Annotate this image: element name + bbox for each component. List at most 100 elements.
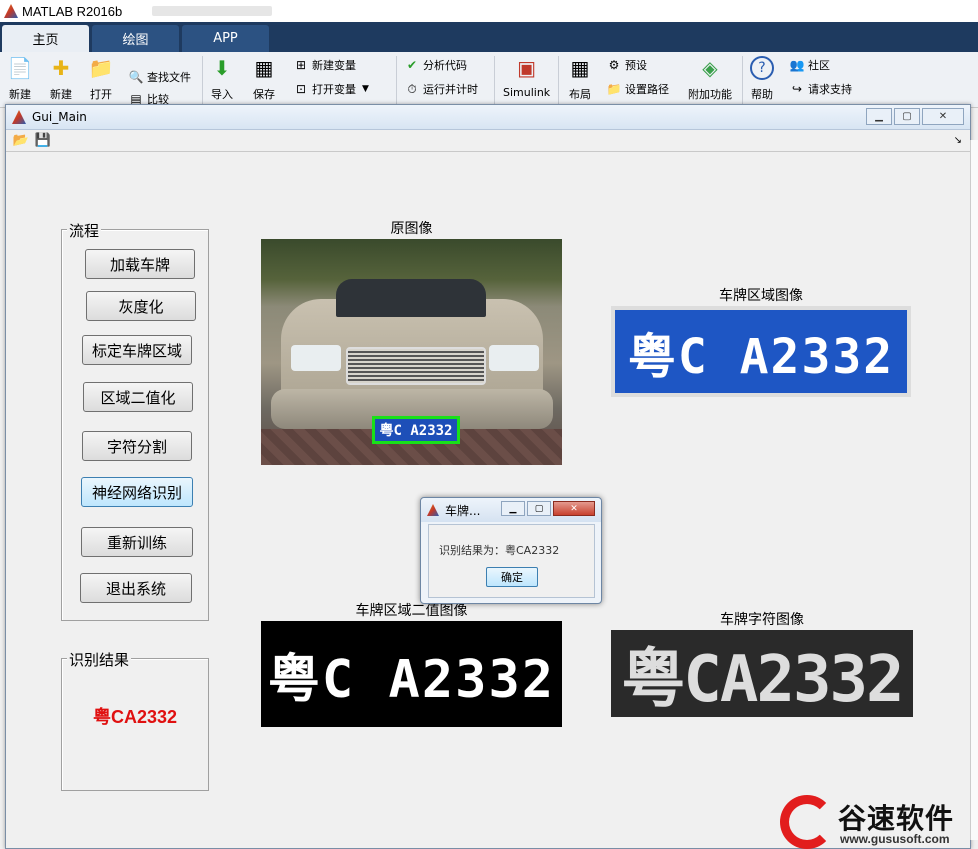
detected-plate-box: 粤C A2332	[372, 416, 460, 444]
binary-plate-image: 粤C A2332	[261, 621, 562, 727]
original-car-image: 粤C A2332	[261, 239, 562, 465]
char-segment-image: 粤CA2332	[611, 630, 913, 717]
dialog-minimize-button[interactable]: ▁	[501, 501, 525, 516]
ribbon-separator	[494, 56, 495, 104]
maximize-icon: ▢	[534, 503, 544, 514]
recognition-result-text: 粤CA2332	[92, 707, 178, 727]
retrain-button[interactable]: 重新训练	[81, 527, 193, 557]
ok-button[interactable]: 确定	[486, 567, 538, 587]
car-headlight-right	[489, 345, 539, 371]
tab-plots[interactable]: 绘图	[92, 25, 179, 52]
load-plate-button[interactable]: 加载车牌	[85, 249, 195, 279]
result-panel-title: 识别结果	[67, 649, 132, 670]
watermark: 谷速软件 www.gususoft.com	[780, 795, 978, 849]
ribbon-separator	[396, 56, 397, 104]
plus-icon: ✚	[52, 56, 70, 80]
gui-title-bar: Gui_Main ▁ ▢ ✕	[6, 105, 970, 130]
flow-panel-title: 流程	[67, 220, 102, 241]
plate-region-image: 粤C A2332	[611, 306, 911, 397]
set-path-icon: 📁	[606, 82, 622, 96]
ribbon-tabs: 主页 绘图 APP	[0, 22, 978, 52]
close-button[interactable]: ✕	[922, 108, 964, 125]
app-title: MATLAB R2016b	[22, 3, 123, 19]
locate-plate-region-button[interactable]: 标定车牌区域	[82, 335, 192, 365]
exit-system-button[interactable]: 退出系统	[80, 573, 192, 603]
new-variable-button[interactable]: ⊞ 新建变量	[293, 56, 356, 74]
set-path-button[interactable]: 📁 设置路径	[606, 80, 669, 98]
folder-icon: 📁	[88, 56, 114, 80]
dialog-title-bar: 车牌... ▁ ▢ ✕	[421, 498, 601, 522]
dialog-close-button[interactable]: ✕	[553, 501, 595, 516]
run-and-time-button[interactable]: ⏱ 运行并计时	[404, 80, 478, 98]
layout-button[interactable]: ▦ 布局	[568, 56, 592, 102]
community-button[interactable]: 👥 社区	[789, 56, 830, 74]
grayscale-button[interactable]: 灰度化	[86, 291, 196, 321]
simulink-button[interactable]: ▣ Simulink	[503, 56, 550, 99]
dialog-body: 识别结果为：粤CA2332 确定	[428, 524, 595, 598]
layout-icon: ▦	[570, 56, 590, 80]
import-icon: ⬇	[213, 56, 231, 80]
dialog-title: 车牌...	[445, 503, 481, 518]
char-segment-button[interactable]: 字符分割	[82, 431, 192, 461]
watermark-logo-icon	[780, 795, 834, 849]
tab-apps[interactable]: APP	[182, 25, 269, 52]
matlab-logo-icon	[4, 4, 18, 18]
region-binarize-button[interactable]: 区域二值化	[83, 382, 193, 412]
char-image-caption: 车牌字符图像	[720, 612, 804, 628]
floppy-save-icon: 💾	[34, 133, 52, 148]
watermark-name: 谷速软件	[838, 802, 955, 835]
watermark-url: www.gususoft.com	[840, 832, 950, 846]
save-workspace-icon: ▦	[254, 56, 274, 80]
addons-cubes-icon: ◈	[702, 56, 718, 80]
addons-button[interactable]: ◈ 附加功能	[688, 56, 732, 102]
support-icon: ↪	[791, 82, 803, 96]
dropdown-arrow-icon: ▼	[362, 84, 369, 94]
result-dialog: 车牌... ▁ ▢ ✕ 识别结果为：粤CA2332 确定	[420, 497, 602, 604]
ribbon-separator	[558, 56, 559, 104]
dialog-message: 识别结果为：粤CA2332	[439, 544, 560, 557]
right-edge-panel	[970, 140, 978, 840]
analyze-code-button[interactable]: ✔ 分析代码	[404, 56, 467, 74]
maximize-button[interactable]: ▢	[894, 108, 920, 125]
minimize-icon: ▁	[875, 111, 883, 122]
original-image-caption: 原图像	[390, 221, 433, 237]
save-workspace-button[interactable]: ▦ 保存	[252, 56, 276, 102]
neural-net-recognize-button[interactable]: 神经网络识别	[81, 477, 193, 507]
matlab-logo-icon	[12, 110, 26, 124]
flow-panel: 流程 加载车牌 灰度化 标定车牌区域 区域二值化 字符分割 神经网络识别 重新训…	[61, 220, 209, 621]
find-files-icon: 🔍	[128, 70, 144, 84]
open-variable-icon: ⊡	[295, 82, 307, 96]
close-icon: ✕	[938, 111, 948, 122]
folder-open-icon: 📂	[12, 133, 30, 148]
save-file-tool[interactable]: 💾	[34, 132, 52, 150]
find-files-button[interactable]: 🔍 查找文件	[128, 68, 191, 86]
open-button[interactable]: 📁 打开	[88, 56, 114, 102]
close-icon: ✕	[570, 503, 578, 514]
car-grille	[346, 347, 486, 385]
new-variable-icon: ⊞	[295, 58, 307, 72]
toolbar-dock-icon[interactable]: ↘	[954, 135, 962, 146]
dialog-maximize-button[interactable]: ▢	[527, 501, 551, 516]
preferences-button[interactable]: ⚙ 预设	[606, 56, 647, 74]
gui-main-window: Gui_Main ▁ ▢ ✕ 📂 💾 ↘ 流程 加载车牌 灰度化 标定车牌区域 …	[5, 104, 971, 849]
matlab-logo-icon	[427, 504, 439, 516]
simulink-icon: ▣	[517, 56, 537, 80]
run-time-icon: ⏱	[407, 81, 417, 96]
new-script-button[interactable]: 📄 新建	[7, 56, 33, 102]
help-button[interactable]: ? 帮助	[750, 56, 774, 102]
open-variable-button[interactable]: ⊡ 打开变量 ▼	[293, 80, 369, 98]
ribbon-toolstrip: 📄 新建 ✚ 新建 📁 打开 🔍 查找文件 ▤ 比较 ⬇ 导入 ▦ 保存 ⊞ 新…	[0, 52, 978, 108]
minimize-icon: ▁	[509, 503, 517, 514]
open-file-tool[interactable]: 📂	[12, 132, 30, 150]
blurred-area	[152, 6, 273, 16]
new-script-icon: 📄	[7, 56, 33, 80]
new-button[interactable]: ✚ 新建	[49, 56, 73, 102]
help-icon: ?	[750, 56, 774, 80]
tab-home[interactable]: 主页	[2, 25, 89, 52]
import-button[interactable]: ⬇ 导入	[210, 56, 234, 102]
dialog-window-controls: ▁ ▢ ✕	[499, 501, 595, 516]
window-controls: ▁ ▢ ✕	[864, 108, 964, 125]
support-button[interactable]: ↪ 请求支持	[789, 80, 852, 98]
minimize-button[interactable]: ▁	[866, 108, 892, 125]
gear-icon: ⚙	[608, 58, 620, 72]
